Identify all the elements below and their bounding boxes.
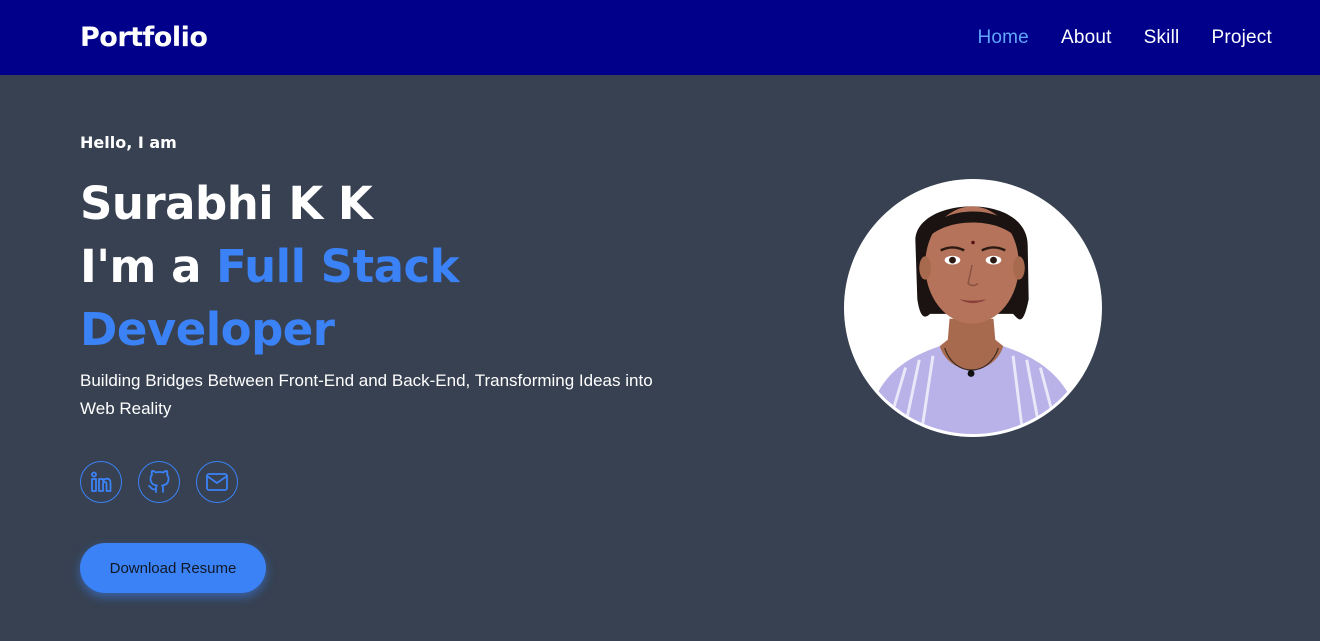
mail-icon — [206, 473, 228, 491]
hero-name: Surabhi K K — [80, 177, 373, 230]
nav-link-skill[interactable]: Skill — [1144, 27, 1180, 49]
nav-link-about[interactable]: About — [1061, 27, 1112, 49]
download-resume-button[interactable]: Download Resume — [80, 543, 266, 593]
github-button[interactable] — [138, 461, 180, 503]
profile-photo — [844, 179, 1102, 437]
github-icon — [148, 470, 170, 493]
navbar: Portfolio Home About Skill Project — [0, 0, 1320, 75]
tagline: Building Bridges Between Front-End and B… — [80, 371, 653, 418]
nav-link-home[interactable]: Home — [977, 27, 1028, 49]
email-button[interactable] — [196, 461, 238, 503]
greeting: Hello, I am — [80, 133, 177, 152]
profile-photo-illustration — [847, 182, 1099, 434]
nav-link-project[interactable]: Project — [1211, 27, 1272, 49]
linkedin-button[interactable] — [80, 461, 122, 503]
social-links — [80, 461, 238, 503]
linkedin-icon — [91, 471, 112, 492]
headline: Surabhi K K I'm a Full Stack Developer — [80, 172, 720, 361]
nav-links: Home About Skill Project — [977, 27, 1272, 49]
brand-logo[interactable]: Portfolio — [80, 22, 208, 53]
role-prefix: I'm a — [80, 240, 217, 293]
